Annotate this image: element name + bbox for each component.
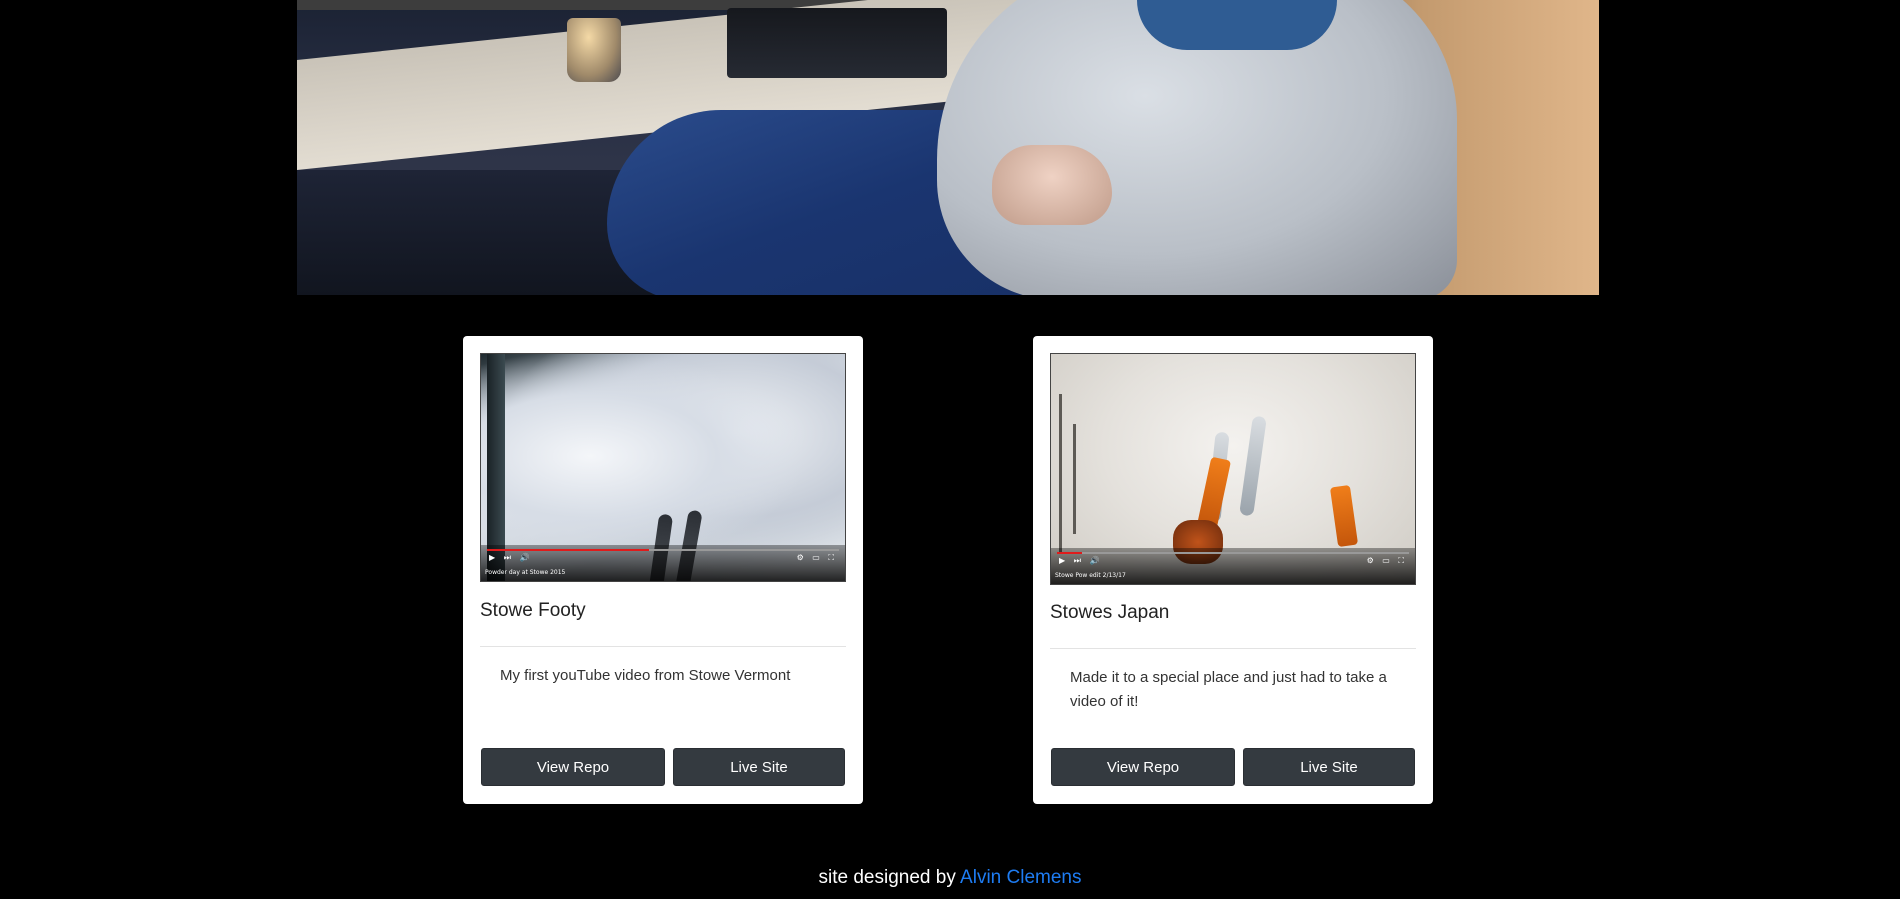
- footer-prefix: site designed by: [818, 867, 961, 888]
- tree-branch: [1073, 424, 1076, 534]
- video-thumbnail[interactable]: ▶ ⏭ 🔊 ⚙ ▭ ⛶ Powder day at Stowe 2015: [480, 353, 846, 582]
- hero-banner-image: [297, 0, 1599, 295]
- project-card-stowes-japan: ▶ ⏭ 🔊 ⚙ ▭ ⛶ Stowe Pow edit 2/13/17 Stowe…: [1033, 336, 1433, 804]
- hero-mug: [567, 18, 621, 82]
- tree-branch: [1059, 394, 1062, 554]
- play-controls-icon[interactable]: ▶ ⏭ 🔊: [489, 553, 532, 563]
- hero-sweater-collar: [1137, 0, 1337, 50]
- video-thumbnail[interactable]: ▶ ⏭ 🔊 ⚙ ▭ ⛶ Stowe Pow edit 2/13/17: [1050, 353, 1416, 585]
- ski-boot-left: [1196, 456, 1232, 530]
- page: ▶ ⏭ 🔊 ⚙ ▭ ⛶ Powder day at Stowe 2015 Sto…: [0, 0, 1900, 899]
- card-title: Stowe Footy: [480, 600, 586, 621]
- video-caption: Powder day at Stowe 2015: [485, 569, 566, 576]
- player-settings-icon[interactable]: ⚙ ▭ ⛶: [1367, 556, 1407, 566]
- video-progress-fill: [1057, 552, 1082, 554]
- video-progress-bar[interactable]: [1057, 552, 1409, 554]
- card-title: Stowes Japan: [1050, 602, 1170, 623]
- video-caption: Stowe Pow edit 2/13/17: [1055, 572, 1126, 579]
- video-progress-bar[interactable]: [487, 549, 839, 551]
- card-divider: [480, 646, 846, 647]
- card-description: Made it to a special place and just had …: [1070, 669, 1387, 710]
- card-description: My first youTube video from Stowe Vermon…: [500, 667, 791, 684]
- ski-right: [1239, 415, 1267, 517]
- footer: site designed by Alvin Clemens: [0, 867, 1900, 889]
- project-card-stowe-footy: ▶ ⏭ 🔊 ⚙ ▭ ⛶ Powder day at Stowe 2015 Sto…: [463, 336, 863, 804]
- play-controls-icon[interactable]: ▶ ⏭ 🔊: [1059, 556, 1102, 566]
- view-repo-button[interactable]: View Repo: [481, 748, 665, 786]
- ski-pole-grip: [1329, 484, 1359, 548]
- author-link[interactable]: Alvin Clemens: [960, 867, 1081, 888]
- view-repo-button[interactable]: View Repo: [1051, 748, 1235, 786]
- live-site-button[interactable]: Live Site: [1243, 748, 1415, 786]
- hero-keyboard: [727, 8, 947, 78]
- hero-hand: [992, 145, 1112, 225]
- video-progress-fill: [487, 549, 649, 551]
- card-divider: [1050, 648, 1416, 649]
- player-settings-icon[interactable]: ⚙ ▭ ⛶: [797, 553, 837, 563]
- live-site-button[interactable]: Live Site: [673, 748, 845, 786]
